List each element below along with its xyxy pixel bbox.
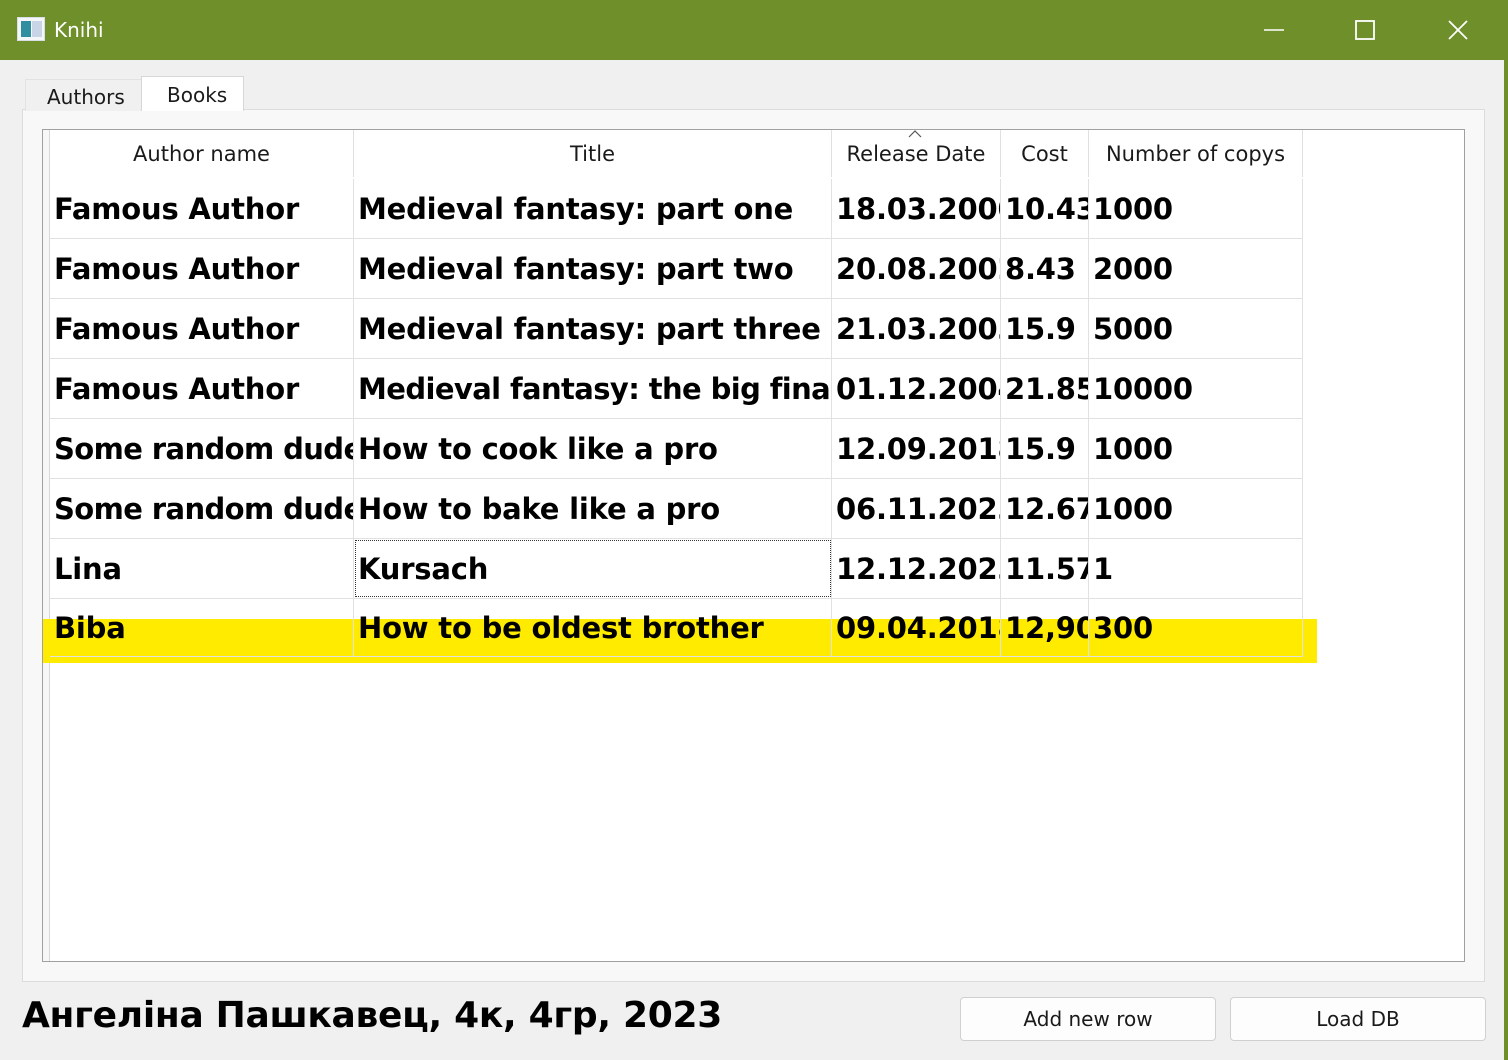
sort-ascending-icon	[908, 130, 922, 138]
cell-release-date[interactable]: 21.03.2003	[832, 299, 1001, 358]
cell-title[interactable]: How to bake like a pro	[354, 479, 832, 538]
cell-cost[interactable]: 12.67	[1001, 479, 1089, 538]
table-row[interactable]: Famous Author Medieval fantasy: part two…	[50, 239, 1303, 299]
minimize-icon	[1264, 29, 1284, 31]
cell-author-name[interactable]: Lina	[50, 539, 354, 598]
cell-author-name[interactable]: Famous Author	[50, 179, 354, 238]
cell-cost[interactable]: 10.43	[1001, 179, 1089, 238]
cell-number-of-copys[interactable]: 10000	[1089, 359, 1303, 418]
table-row[interactable]: Famous Author Medieval fantasy: part one…	[50, 179, 1303, 239]
cell-release-date[interactable]: 18.03.2000	[832, 179, 1001, 238]
cell-cost[interactable]: 21.85	[1001, 359, 1089, 418]
cell-number-of-copys[interactable]: 1000	[1089, 179, 1303, 238]
row-header-strip	[43, 130, 50, 961]
table-row[interactable]: Some random dude How to bake like a pro …	[50, 479, 1303, 539]
cell-title[interactable]: Medieval fantasy: part two	[354, 239, 832, 298]
close-icon	[1448, 20, 1468, 40]
cell-number-of-copys[interactable]: 5000	[1089, 299, 1303, 358]
cell-release-date[interactable]: 12.12.2023	[832, 539, 1001, 598]
cell-title[interactable]: How to be oldest brother	[354, 599, 832, 656]
minimize-button[interactable]	[1228, 0, 1320, 60]
cell-title[interactable]: Medieval fantasy: part three	[354, 299, 832, 358]
window-border	[1504, 0, 1508, 1060]
cell-cost[interactable]: 12,90	[1001, 599, 1089, 656]
table-row[interactable]: Some random dude How to cook like a pro …	[50, 419, 1303, 479]
cell-cost[interactable]: 15.9	[1001, 299, 1089, 358]
cell-cost[interactable]: 15.9	[1001, 419, 1089, 478]
load-db-button[interactable]: Load DB	[1230, 997, 1486, 1041]
table-row[interactable]: Famous Author Medieval fantasy: part thr…	[50, 299, 1303, 359]
cell-number-of-copys[interactable]: 1	[1089, 539, 1303, 598]
title-bar: Knihi	[0, 0, 1508, 60]
cell-title[interactable]: How to cook like a pro	[354, 419, 832, 478]
add-new-row-button[interactable]: Add new row	[960, 997, 1216, 1041]
cell-title-focused[interactable]: Kursach	[354, 539, 832, 598]
cell-release-date[interactable]: 06.11.2023	[832, 479, 1001, 538]
table-row-highlighted[interactable]: Biba How to be oldest brother 09.04.2018…	[50, 599, 1303, 657]
cell-release-date[interactable]: 20.08.2002	[832, 239, 1001, 298]
table-row[interactable]: Famous Author Medieval fantasy: the big …	[50, 359, 1303, 419]
app-window-icon	[17, 17, 45, 41]
cell-author-name[interactable]: Some random dude	[50, 479, 354, 538]
maximize-icon	[1355, 20, 1375, 40]
cell-number-of-copys[interactable]: 1000	[1089, 419, 1303, 478]
close-button[interactable]	[1412, 0, 1504, 60]
cell-release-date[interactable]: 09.04.2018	[832, 599, 1001, 656]
cell-number-of-copys[interactable]: 1000	[1089, 479, 1303, 538]
tab-authors[interactable]: Authors	[25, 79, 142, 111]
cell-cost[interactable]: 8.43	[1001, 239, 1089, 298]
cell-author-name[interactable]: Some random dude	[50, 419, 354, 478]
cell-title[interactable]: Medieval fantasy: part one	[354, 179, 832, 238]
table-row[interactable]: Lina Kursach 12.12.2023 11.57 1	[50, 539, 1303, 599]
cell-author-name[interactable]: Famous Author	[50, 299, 354, 358]
column-header-author-name[interactable]: Author name	[50, 130, 354, 177]
cell-number-of-copys[interactable]: 300	[1089, 599, 1303, 656]
author-credit: Ангеліна Пашкавец, 4к, 4гр, 2023	[22, 995, 722, 1036]
maximize-button[interactable]	[1319, 0, 1411, 60]
tab-books[interactable]: Books	[141, 76, 244, 111]
column-header-number-of-copys[interactable]: Number of copys	[1089, 130, 1303, 177]
cell-release-date[interactable]: 12.09.2018	[832, 419, 1001, 478]
cell-cost[interactable]: 11.57	[1001, 539, 1089, 598]
cell-title[interactable]: Medieval fantasy: the big finale	[354, 359, 832, 418]
cell-author-name[interactable]: Famous Author	[50, 239, 354, 298]
cell-number-of-copys[interactable]: 2000	[1089, 239, 1303, 298]
cell-release-date[interactable]: 01.12.2004	[832, 359, 1001, 418]
cell-author-name[interactable]: Famous Author	[50, 359, 354, 418]
cell-author-name[interactable]: Biba	[50, 599, 354, 656]
column-header-title[interactable]: Title	[354, 130, 832, 177]
column-header-cost[interactable]: Cost	[1001, 130, 1089, 177]
window-title: Knihi	[54, 18, 104, 42]
